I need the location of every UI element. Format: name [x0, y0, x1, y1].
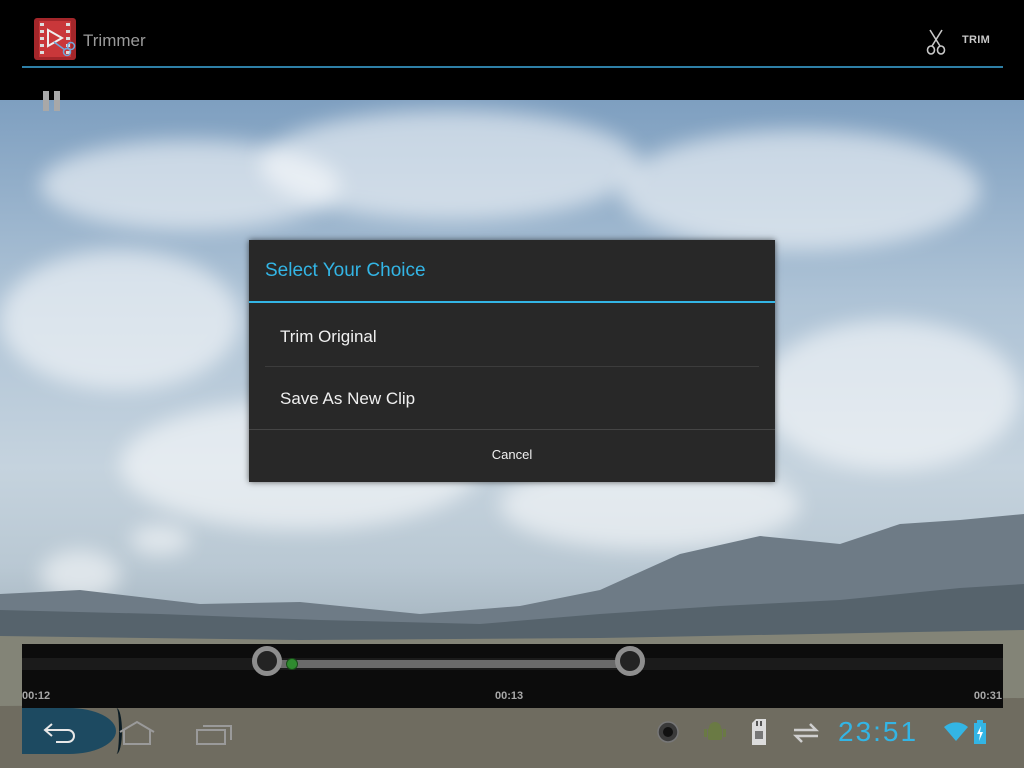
cancel-button[interactable]: Cancel — [249, 430, 775, 482]
clock: 23:51 — [838, 716, 919, 747]
back-icon — [43, 723, 75, 743]
trim-button[interactable]: TRIM — [962, 34, 990, 46]
cancel-label: Cancel — [491, 447, 533, 462]
option-label: Save As New Clip — [280, 389, 416, 408]
dialog-title: Select Your Choice — [265, 260, 426, 281]
save-as-new-clip-option[interactable]: Save As New Clip — [249, 367, 775, 429]
system-bar: 23:51 — [0, 708, 1024, 768]
playhead[interactable] — [285, 658, 298, 670]
app-title: Trimmer — [83, 31, 146, 50]
wifi-icon[interactable] — [944, 722, 968, 742]
trim-start-handle[interactable] — [252, 646, 283, 676]
trim-end-handle[interactable] — [615, 646, 646, 676]
video-scissors-icon[interactable] — [34, 18, 76, 60]
scissors-icon[interactable] — [926, 28, 946, 56]
end-time: 00:31 — [973, 690, 1002, 702]
action-bar: Trimmer TRIM — [0, 0, 1024, 100]
recent-apps-icon[interactable] — [195, 722, 233, 746]
sync-icon[interactable] — [790, 720, 822, 746]
camera-icon[interactable] — [656, 720, 680, 744]
trim-timeline: 00:12 00:13 00:31 — [22, 644, 1003, 708]
back-button[interactable] — [22, 708, 122, 754]
choice-dialog: Select Your Choice Trim Original Save As… — [249, 240, 775, 482]
current-time: 00:13 — [495, 690, 524, 702]
battery-icon[interactable] — [974, 720, 986, 744]
pause-icon[interactable] — [43, 91, 63, 111]
home-icon[interactable] — [118, 720, 156, 746]
android-debug-icon[interactable] — [704, 720, 726, 744]
option-label: Trim Original — [280, 327, 377, 346]
start-time: 00:12 — [22, 690, 51, 702]
dialog-title-divider — [249, 301, 775, 303]
trim-original-option[interactable]: Trim Original — [249, 305, 775, 367]
sd-card-icon[interactable] — [750, 719, 768, 745]
trim-range — [267, 660, 631, 668]
action-bar-divider — [22, 66, 1003, 68]
